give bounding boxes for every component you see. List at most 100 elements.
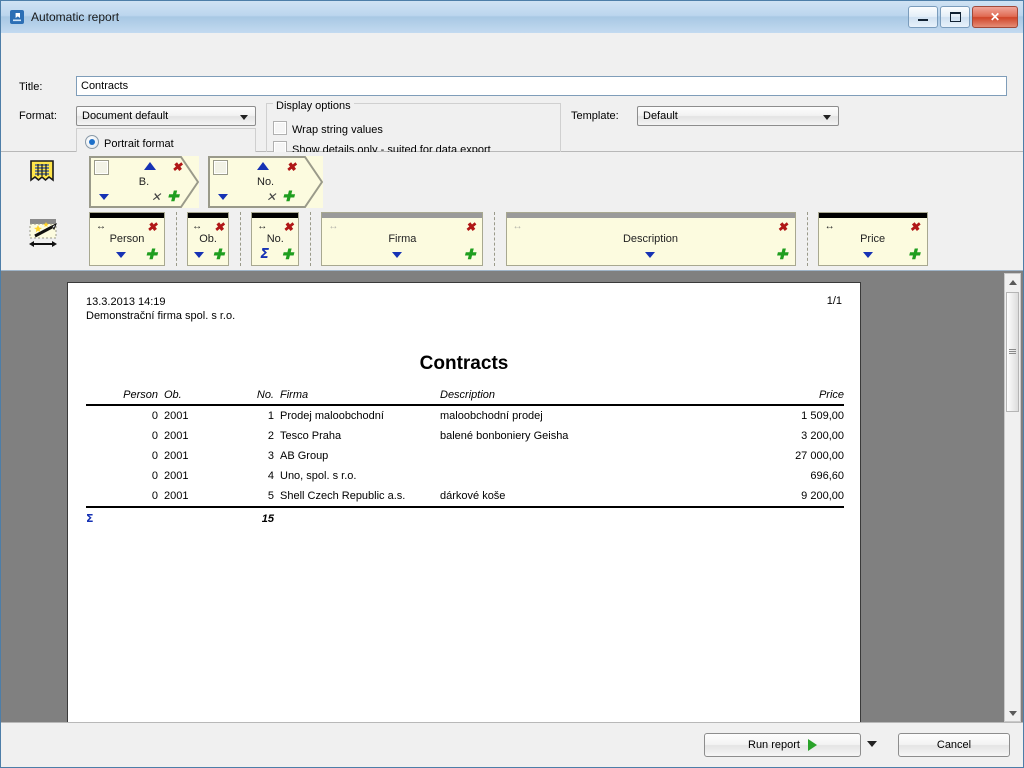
window-titlebar: Automatic report ✕ — [1, 1, 1023, 34]
sort-ascending-icon[interactable] — [144, 162, 156, 170]
scrollbar-thumb[interactable] — [1006, 292, 1019, 412]
summary-description — [440, 506, 740, 529]
group-enable-checkbox[interactable] — [213, 160, 229, 175]
column-splitter[interactable] — [494, 212, 496, 266]
column-splitter[interactable] — [806, 212, 808, 266]
play-arrow-icon — [807, 739, 817, 751]
column-topbar — [506, 213, 795, 218]
add-column-icon[interactable]: ✚ — [212, 247, 224, 261]
table-row: 0 2001 4 Uno, spol. s r.o. 696,60 — [86, 466, 844, 486]
column-tile-label: Ob. — [199, 233, 217, 245]
auto-width-wand-icon[interactable] — [27, 217, 71, 252]
scroll-up-icon[interactable] — [1005, 274, 1020, 290]
resize-width-icon[interactable]: ↔ — [825, 222, 835, 232]
title-input[interactable] — [76, 76, 1007, 96]
clear-group-icon[interactable]: ✕ — [266, 191, 276, 203]
group-tile-no[interactable]: ✖ No. ✕ ✚ — [208, 156, 324, 208]
checkbox-wrap-string-values[interactable]: Wrap string values — [273, 121, 383, 136]
header-person: Person — [86, 388, 164, 406]
report-layout-icon[interactable] — [27, 158, 71, 191]
clear-group-icon[interactable]: ✕ — [151, 191, 161, 203]
remove-column-icon[interactable]: ✖ — [283, 221, 293, 233]
app-report-icon — [9, 9, 25, 25]
remove-column-icon[interactable]: ✖ — [465, 221, 475, 233]
remove-column-icon[interactable]: ✖ — [147, 221, 157, 233]
column-tile-label: Price — [860, 233, 886, 245]
radio-portrait-label: Portrait format — [104, 138, 174, 150]
report-table: Person Ob. No. Firma Description Price 0… — [86, 388, 844, 529]
column-menu-icon[interactable] — [116, 252, 126, 258]
resize-width-icon[interactable]: ↔ — [257, 222, 267, 232]
template-select[interactable]: Default — [637, 106, 839, 126]
remove-group-icon[interactable]: ✖ — [172, 161, 182, 173]
remove-column-icon[interactable]: ✖ — [910, 221, 920, 233]
add-column-icon[interactable]: ✚ — [908, 247, 920, 261]
table-row: 0 2001 2 Tesco Praha balené bonboniery G… — [86, 426, 844, 446]
cell-no: 5 — [267, 490, 274, 502]
preview-vertical-scrollbar[interactable] — [1004, 273, 1021, 722]
sort-ascending-icon[interactable] — [257, 162, 270, 170]
run-report-dropdown-icon[interactable] — [867, 741, 877, 747]
group-tile-b[interactable]: ✖ B. ✕ ✚ — [89, 156, 199, 208]
column-splitter[interactable] — [240, 212, 242, 266]
column-tile-no[interactable]: ↔ ✖ No. Σ ✚ — [251, 212, 300, 266]
summary-firma — [280, 506, 440, 529]
cell-price: 1 509,00 — [801, 410, 844, 422]
cell-ob: 2001 — [164, 430, 189, 442]
remove-group-icon[interactable]: ✖ — [286, 161, 296, 173]
format-select[interactable]: Document default — [76, 106, 256, 126]
close-button[interactable]: ✕ — [972, 6, 1018, 28]
remove-column-icon[interactable]: ✖ — [214, 221, 224, 233]
table-summary-row: Σ 15 — [86, 506, 844, 529]
group-menu-icon[interactable] — [99, 194, 109, 200]
header-price: Price — [740, 388, 844, 406]
dialog-footer: Run report Cancel — [1, 722, 1023, 767]
report-datetime-company: 13.3.2013 14:19 Demonstrační firma spol. … — [86, 295, 235, 323]
column-menu-icon[interactable] — [644, 252, 655, 258]
cell-price: 27 000,00 — [795, 450, 844, 462]
run-report-label: Run report — [748, 739, 800, 751]
cancel-button[interactable]: Cancel — [898, 733, 1010, 757]
cell-description — [440, 466, 740, 486]
scroll-down-icon[interactable] — [1005, 705, 1020, 721]
run-report-button[interactable]: Run report — [704, 733, 861, 757]
column-tile-ob[interactable]: ↔ ✖ Ob. ✚ — [187, 212, 230, 266]
column-topbar — [252, 213, 299, 218]
column-menu-icon[interactable] — [392, 252, 403, 258]
column-tile-label: Firma — [388, 233, 417, 245]
add-column-icon[interactable]: ✚ — [145, 247, 157, 261]
report-title: Contracts — [419, 353, 509, 374]
add-column-icon[interactable]: ✚ — [776, 247, 788, 261]
add-column-icon[interactable]: ✚ — [464, 247, 476, 261]
column-tile-person[interactable]: ↔ ✖ Person ✚ — [89, 212, 165, 266]
table-row: 0 2001 5 Shell Czech Republic a.s. dárko… — [86, 486, 844, 507]
summary-price — [740, 506, 844, 529]
resize-width-icon[interactable]: ↔ — [96, 222, 106, 232]
column-splitter[interactable] — [310, 212, 312, 266]
column-tile-description[interactable]: ↔ ✖ Description ✚ — [505, 212, 796, 266]
maximize-button[interactable] — [940, 6, 970, 28]
group-enable-checkbox[interactable] — [94, 160, 109, 175]
add-group-icon[interactable]: ✚ — [167, 189, 179, 203]
column-splitter[interactable] — [176, 212, 178, 266]
column-menu-icon[interactable] — [862, 252, 873, 258]
resize-width-icon[interactable]: ↔ — [192, 222, 202, 232]
minimize-button[interactable] — [908, 6, 938, 28]
cell-description: dárkové koše — [440, 490, 506, 502]
table-row: 0 2001 1 Prodej maloobchodní maloobchodn… — [86, 405, 844, 426]
cell-no: 2 — [267, 430, 274, 442]
table-row: 0 2001 3 AB Group 27 000,00 — [86, 446, 844, 466]
remove-column-icon[interactable]: ✖ — [777, 221, 787, 233]
sum-aggregate-icon[interactable]: Σ — [260, 248, 269, 261]
radio-portrait[interactable]: Portrait format — [85, 135, 174, 150]
column-tile-price[interactable]: ↔ ✖ Price ✚ — [817, 212, 928, 266]
column-menu-icon[interactable] — [194, 252, 205, 258]
add-group-icon[interactable]: ✚ — [282, 189, 294, 203]
cell-person: 0 — [151, 490, 158, 502]
resize-width-icon[interactable]: ↔ — [513, 222, 523, 232]
group-menu-icon[interactable] — [218, 194, 229, 200]
resize-width-icon[interactable]: ↔ — [328, 222, 338, 232]
add-column-icon[interactable]: ✚ — [282, 247, 294, 261]
header-no: No. — [216, 388, 280, 406]
column-tile-firma[interactable]: ↔ ✖ Firma ✚ — [321, 212, 484, 266]
